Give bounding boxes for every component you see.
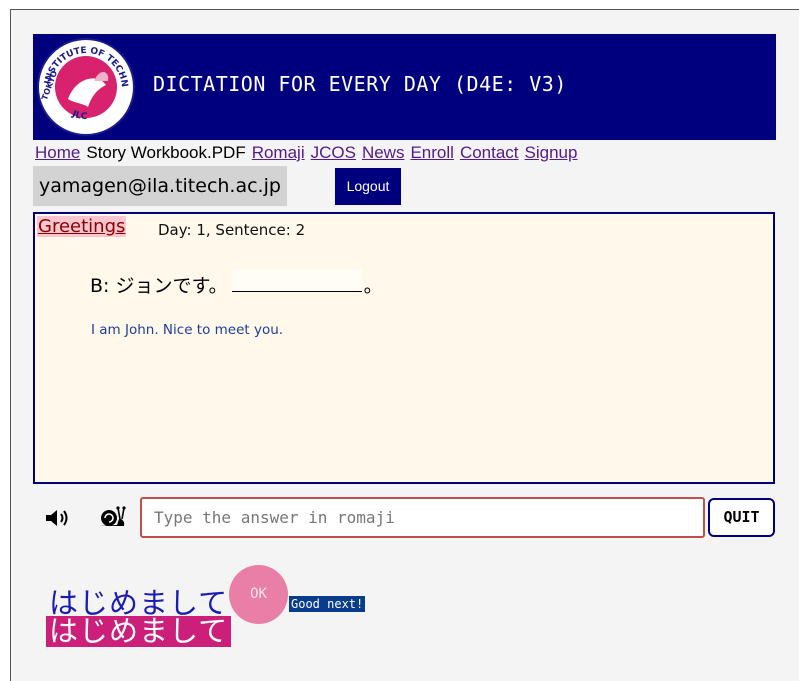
lesson-title-link[interactable]: Greetings	[37, 216, 127, 237]
sentence-blank	[231, 269, 362, 292]
institute-logo: INSTITUTE OF TECHNOLOGY JLC TOKYO	[36, 37, 135, 136]
dictation-sentence: B: ジョンです。 。	[90, 269, 383, 298]
ok-badge: OK	[229, 565, 288, 624]
quit-button[interactable]: QUIT	[708, 498, 775, 537]
speaker-icon[interactable]	[44, 507, 72, 529]
nav-home-link[interactable]: Home	[35, 143, 80, 162]
logout-button[interactable]: Logout	[335, 168, 401, 205]
nav-signup-link[interactable]: Signup	[525, 143, 578, 162]
answer-input[interactable]	[140, 497, 705, 538]
answer-highlight: はじめまして	[46, 616, 232, 647]
site-header: INSTITUTE OF TECHNOLOGY JLC TOKYO DICTAT…	[33, 34, 776, 140]
user-email: yamagen@ila.titech.ac.jp	[33, 166, 287, 206]
nav-enroll-link[interactable]: Enroll	[410, 143, 453, 162]
snail-icon[interactable]	[97, 503, 127, 529]
page-title: DICTATION FOR EVERY DAY (D4E: V3)	[153, 72, 567, 96]
nav-jcos-link[interactable]: JCOS	[311, 143, 356, 162]
nav-story-workbook-text: Story Workbook.PDF	[86, 143, 246, 162]
good-next-label: Good next!	[289, 596, 366, 612]
lesson-meta: Day: 1, Sentence: 2	[158, 221, 306, 239]
main-nav: Home Story Workbook.PDF Romaji JCOS News Enro…	[35, 143, 583, 163]
sentence-suffix: 。	[363, 275, 383, 297]
lesson-panel: Greetings Day: 1, Sentence: 2 B: ジョンです。 …	[33, 212, 775, 484]
nav-romaji-link[interactable]: Romaji	[252, 143, 305, 162]
sentence-prefix: B: ジョンです。	[90, 275, 228, 297]
nav-news-link[interactable]: News	[362, 143, 405, 162]
nav-contact-link[interactable]: Contact	[460, 143, 519, 162]
sentence-translation: I am John. Nice to meet you.	[91, 322, 284, 338]
